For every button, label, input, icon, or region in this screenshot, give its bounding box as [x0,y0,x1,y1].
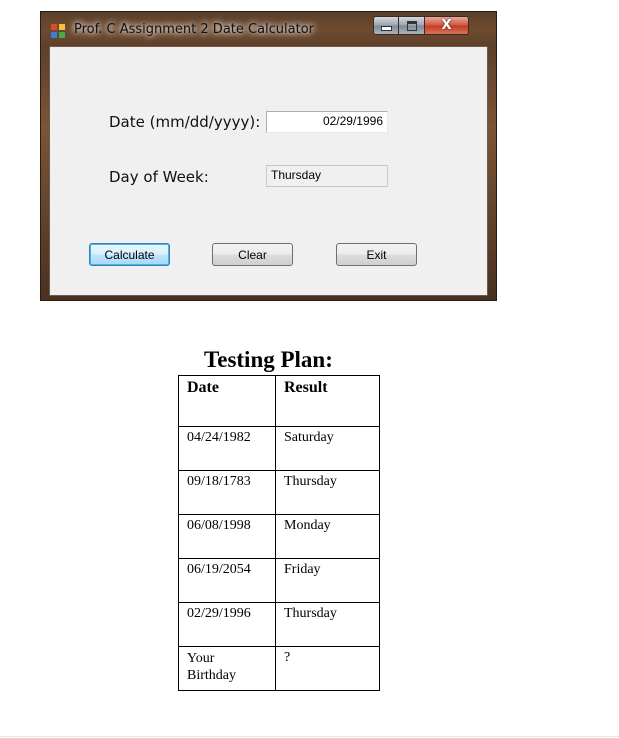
date-label: Date (mm/dd/yyyy): [109,113,261,131]
caption-buttons: X [373,16,469,35]
form-client-area: Date (mm/dd/yyyy): 02/29/1996 Day of Wee… [49,46,488,296]
row-date: 06/08/1998 [178,514,276,559]
row-result: Friday [275,558,380,603]
calculate-button[interactable]: Calculate [89,243,170,266]
row-result: Saturday [275,426,380,471]
row-date-line: Your [187,651,215,666]
date-input[interactable]: 02/29/1996 [266,111,388,133]
row-result: Thursday [275,470,380,515]
table-row: 02/29/1996 Thursday [178,602,380,647]
table-row: 04/24/1982 Saturday [178,426,380,471]
maximize-icon [406,20,417,31]
row-date: Your Birthday [178,646,276,691]
row-date: 09/18/1783 [178,470,276,515]
testing-plan-table: Date Result 04/24/1982 Saturday 09/18/17… [178,375,380,691]
close-button[interactable]: X [425,16,469,35]
minimize-icon [380,26,392,31]
minimize-button[interactable] [373,16,399,35]
day-of-week-label: Day of Week: [109,168,209,186]
maximize-button[interactable] [399,16,425,35]
row-date: 06/19/2054 [178,558,276,603]
row-date: 04/24/1982 [178,426,276,471]
column-header-result: Result [275,375,380,427]
table-header-row: Date Result [178,375,380,427]
app-window: Prof. C Assignment 2 Date Calculator X D… [40,11,497,301]
row-result: ? [275,646,380,691]
close-icon: X [441,18,452,33]
row-result: Monday [275,514,380,559]
clear-button[interactable]: Clear [212,243,293,266]
table-row: 09/18/1783 Thursday [178,470,380,515]
table-row: Your Birthday ? [178,646,380,691]
page-divider [0,736,619,737]
table-row: 06/19/2054 Friday [178,558,380,603]
table-row: 06/08/1998 Monday [178,514,380,559]
testing-plan-title: Testing Plan: [204,347,333,372]
window-title: Prof. C Assignment 2 Date Calculator [74,22,315,37]
column-header-date: Date [178,375,276,427]
row-date-line: Birthday [187,668,236,683]
row-result: Thursday [275,602,380,647]
day-of-week-output: Thursday [266,165,388,187]
row-date: 02/29/1996 [178,602,276,647]
app-icon [51,24,65,38]
exit-button[interactable]: Exit [336,243,417,266]
